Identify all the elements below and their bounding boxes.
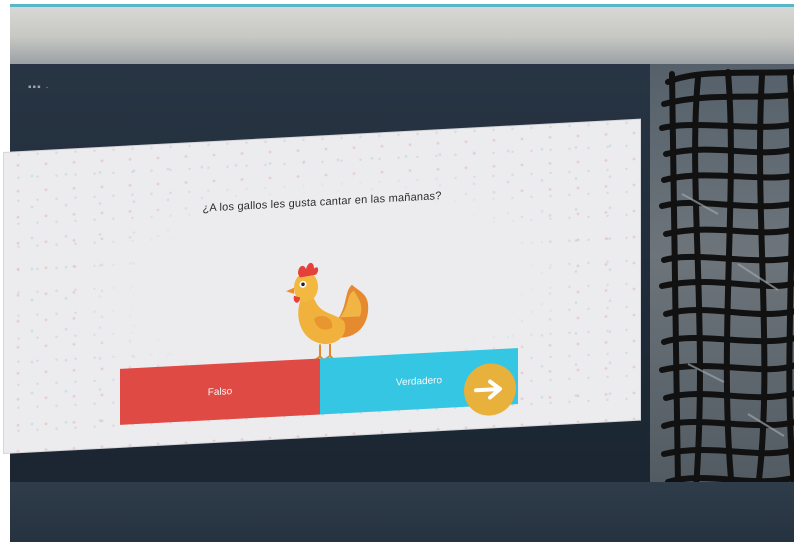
redaction-scribble <box>659 69 794 493</box>
background-top-text: ▪▪▪ · <box>28 82 50 93</box>
arrow-right-icon <box>474 379 502 400</box>
monitor-bottom-bezel <box>10 482 794 542</box>
quiz-card: ¿A los gallos les gusta cantar en las ma… <box>4 119 640 454</box>
monitor-top-bar <box>10 4 794 64</box>
rooster-icon <box>286 262 369 362</box>
answer-false-button[interactable]: Falso <box>120 358 320 425</box>
